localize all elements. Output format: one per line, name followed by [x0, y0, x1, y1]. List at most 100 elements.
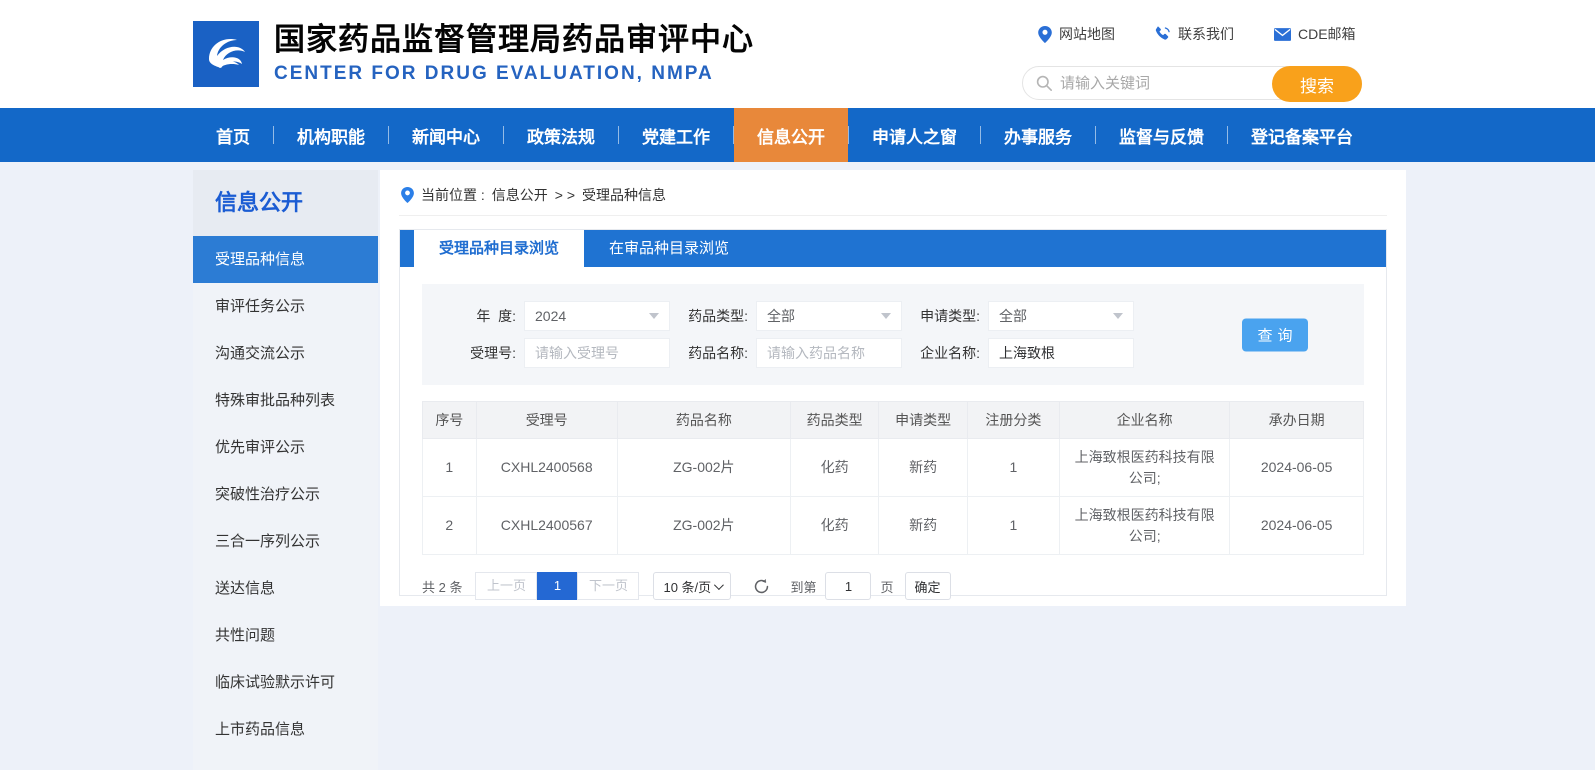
- goto-prefix-label: 到第: [790, 577, 816, 596]
- goto-page-group: 到第 页 确定: [790, 572, 950, 600]
- sidebar-item-common-issues[interactable]: 共性问题: [193, 612, 378, 659]
- nav-item-policy[interactable]: 政策法规: [504, 108, 618, 162]
- breadcrumb-current: 受理品种信息: [582, 185, 666, 205]
- nav-item-functions[interactable]: 机构职能: [274, 108, 388, 162]
- col-drug-type: 药品类型: [790, 402, 878, 439]
- main-content: 当前位置 : 信息公开 > > 受理品种信息 受理品种目录浏览 在审品种目录浏览…: [380, 170, 1406, 606]
- location-pin-icon: [1038, 26, 1052, 43]
- contact-link[interactable]: 联系我们: [1155, 24, 1234, 44]
- nav-item-info-disclosure[interactable]: 信息公开: [734, 108, 848, 162]
- sidebar-title: 信息公开: [193, 170, 378, 236]
- sidebar-item-review-tasks[interactable]: 审评任务公示: [193, 283, 378, 330]
- sidebar-item-priority-review[interactable]: 优先审评公示: [193, 424, 378, 471]
- nav-item-registration-platform[interactable]: 登记备案平台: [1228, 108, 1376, 162]
- sidebar-item-delivery-info[interactable]: 送达信息: [193, 565, 378, 612]
- table-row: 1 CXHL2400568 ZG-002片 化药 新药 1 上海致根医药科技有限…: [423, 439, 1364, 497]
- sitemap-label: 网站地图: [1059, 24, 1115, 44]
- drug-name-label: 药品名称:: [670, 343, 748, 363]
- sidebar-item-communication[interactable]: 沟通交流公示: [193, 330, 378, 377]
- cell-drug-name: ZG-002片: [617, 497, 790, 555]
- sidebar-item-three-in-one[interactable]: 三合一序列公示: [193, 518, 378, 565]
- pagination: 共 2 条 上一页 1 下一页 10 条/页 到第 页: [422, 572, 1364, 600]
- breadcrumb-pin-icon: [401, 187, 414, 203]
- apply-type-label: 申请类型:: [902, 306, 980, 326]
- acceptance-no-label: 受理号:: [438, 343, 516, 363]
- chevron-down-icon: [649, 313, 659, 319]
- apply-type-select-value: 全部: [999, 306, 1027, 326]
- breadcrumb-prefix: 当前位置 :: [421, 185, 485, 205]
- company-name-field-wrap: [988, 338, 1134, 368]
- drug-type-select-value: 全部: [767, 306, 795, 326]
- next-page-button[interactable]: 下一页: [577, 572, 639, 600]
- nav-item-home[interactable]: 首页: [193, 108, 273, 162]
- page-size-select[interactable]: 10 条/页: [653, 572, 731, 600]
- cell-seq: 1: [423, 439, 477, 497]
- cell-company: 上海致根医药科技有限公司;: [1060, 497, 1230, 555]
- cell-date: 2024-06-05: [1230, 497, 1364, 555]
- sitemap-link[interactable]: 网站地图: [1038, 24, 1115, 44]
- year-label: 年 度:: [438, 306, 516, 326]
- brand-block: 国家药品监督管理局药品审评中心 CENTER FOR DRUG EVALUATI…: [274, 22, 754, 85]
- tab-bar: 受理品种目录浏览 在审品种目录浏览: [400, 230, 1386, 267]
- acceptance-no-input[interactable]: [535, 345, 659, 361]
- cde-mail-label: CDE邮箱: [1298, 24, 1356, 44]
- site-subtitle: CENTER FOR DRUG EVALUATION, NMPA: [274, 63, 754, 85]
- apply-type-select[interactable]: 全部: [988, 301, 1134, 331]
- col-acceptance-no: 受理号: [476, 402, 617, 439]
- sidebar-item-clinical-trial-license[interactable]: 临床试验默示许可: [193, 659, 378, 706]
- cell-drug-name: ZG-002片: [617, 439, 790, 497]
- company-name-label: 企业名称:: [902, 343, 980, 363]
- cell-company: 上海致根医药科技有限公司;: [1060, 439, 1230, 497]
- drug-name-input[interactable]: [767, 345, 891, 361]
- page-header: 国家药品监督管理局药品审评中心 CENTER FOR DRUG EVALUATI…: [0, 0, 1595, 108]
- cell-seq: 2: [423, 497, 477, 555]
- sidebar-item-breakthrough-therapy[interactable]: 突破性治疗公示: [193, 471, 378, 518]
- primary-nav: 首页 机构职能 新闻中心 政策法规 党建工作 信息公开 申请人之窗 办事服务 监…: [0, 108, 1595, 162]
- cde-logo: [193, 21, 259, 87]
- search-button[interactable]: 搜索: [1272, 66, 1362, 102]
- drug-type-select[interactable]: 全部: [756, 301, 902, 331]
- tab-accepted-catalog[interactable]: 受理品种目录浏览: [414, 230, 584, 267]
- prev-page-button[interactable]: 上一页: [475, 572, 537, 600]
- cde-mail-link[interactable]: CDE邮箱: [1274, 24, 1356, 44]
- drug-name-field-wrap: [756, 338, 902, 368]
- chevron-down-icon: [1113, 313, 1123, 319]
- col-seq: 序号: [423, 402, 477, 439]
- goto-page-input[interactable]: [825, 572, 871, 600]
- sidebar-item-marketed-drugs[interactable]: 上市药品信息: [193, 706, 378, 753]
- nav-item-supervision[interactable]: 监督与反馈: [1096, 108, 1227, 162]
- cell-drug-type: 化药: [790, 439, 878, 497]
- year-select[interactable]: 2024: [524, 301, 670, 331]
- sidebar-item-accepted-varieties[interactable]: 受理品种信息: [193, 236, 378, 283]
- cell-apply-type: 新药: [879, 439, 967, 497]
- cell-acceptance-no: CXHL2400567: [476, 497, 617, 555]
- sidebar-item-special-approval[interactable]: 特殊审批品种列表: [193, 377, 378, 424]
- sidebar: 信息公开 受理品种信息 审评任务公示 沟通交流公示 特殊审批品种列表 优先审评公…: [193, 170, 378, 770]
- company-name-input[interactable]: [999, 345, 1123, 361]
- nav-item-applicant-window[interactable]: 申请人之窗: [849, 108, 980, 162]
- year-select-value: 2024: [535, 308, 566, 324]
- search-icon: [1036, 75, 1052, 91]
- goto-confirm-button[interactable]: 确定: [905, 572, 951, 600]
- query-button[interactable]: 查询: [1242, 318, 1308, 351]
- drug-type-label: 药品类型:: [670, 306, 748, 326]
- goto-suffix-label: 页: [880, 577, 893, 596]
- chevron-down-icon: [881, 313, 891, 319]
- results-table: 序号 受理号 药品名称 药品类型 申请类型 注册分类 企业名称 承办日期 1 C…: [422, 401, 1364, 555]
- nav-item-party[interactable]: 党建工作: [619, 108, 733, 162]
- phone-icon: [1155, 26, 1171, 42]
- table-row: 2 CXHL2400567 ZG-002片 化药 新药 1 上海致根医药科技有限…: [423, 497, 1364, 555]
- breadcrumb-separator: > >: [555, 187, 575, 203]
- col-date: 承办日期: [1230, 402, 1364, 439]
- site-search: 搜索: [1022, 66, 1362, 100]
- breadcrumb-section[interactable]: 信息公开: [492, 185, 548, 205]
- current-page-button[interactable]: 1: [537, 572, 577, 600]
- nav-item-services[interactable]: 办事服务: [981, 108, 1095, 162]
- tab-under-review-catalog[interactable]: 在审品种目录浏览: [584, 230, 754, 267]
- cell-date: 2024-06-05: [1230, 439, 1364, 497]
- pagination-total: 共 2 条: [422, 577, 462, 596]
- nav-item-news[interactable]: 新闻中心: [389, 108, 503, 162]
- refresh-button[interactable]: [753, 578, 770, 595]
- col-reg-class: 注册分类: [967, 402, 1059, 439]
- site-title: 国家药品监督管理局药品审评中心: [274, 22, 754, 58]
